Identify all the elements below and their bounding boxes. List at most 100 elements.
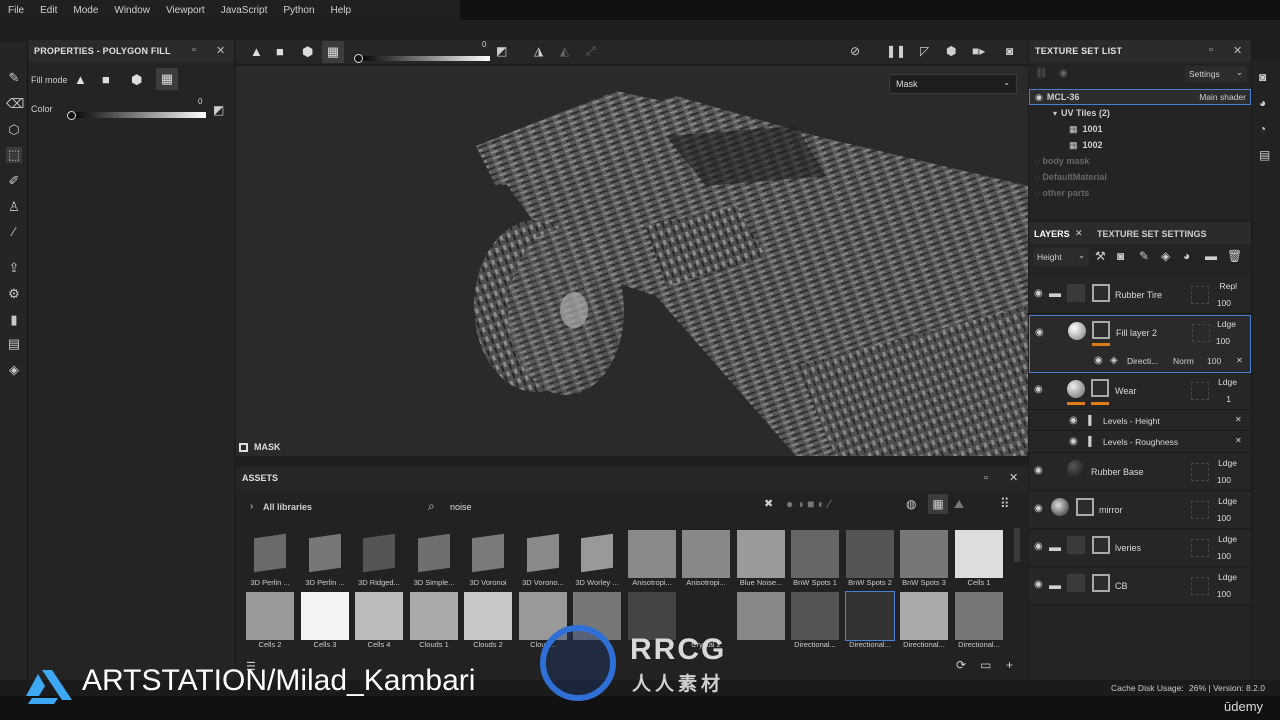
polygon-fill-icon[interactable]: ⬚ (6, 147, 22, 163)
bake-icon[interactable]: ⚙ (6, 286, 22, 302)
opacity-value[interactable]: 100 (1216, 336, 1230, 346)
shelf-icon[interactable]: ◈ (6, 362, 22, 378)
texture-set-icon[interactable]: ◙ (1259, 70, 1266, 84)
asset-thumbnail[interactable] (846, 530, 894, 578)
new-folder-icon[interactable]: ▭ (980, 658, 991, 672)
add-mask-icon[interactable]: ◙ (1117, 249, 1124, 263)
eye-icon[interactable]: ◉ (1034, 579, 1043, 590)
transform-icon[interactable]: ⤢ (586, 44, 596, 59)
asset-thumbnail[interactable] (573, 530, 621, 578)
asset-thumbnail[interactable] (791, 592, 839, 640)
asset-thumbnail[interactable] (791, 530, 839, 578)
asset-thumbnail[interactable] (628, 530, 676, 578)
library-label[interactable]: All libraries (263, 502, 312, 512)
fill-triangle-icon[interactable]: ▲ (74, 72, 87, 87)
close-icon[interactable]: ✕ (1235, 436, 1242, 445)
asset-thumbnail[interactable] (955, 530, 1003, 578)
layer-rubber-base[interactable]: ◉ Rubber Base Ldge 100 (1029, 454, 1251, 491)
asset-thumbnail[interactable] (900, 592, 948, 640)
screenshot-icon[interactable]: ◙ (1006, 44, 1013, 58)
asset-thumbnail[interactable] (410, 530, 458, 578)
mode-3d-icon[interactable]: ⬢ (946, 44, 956, 58)
link-icon[interactable]: ⛓ (1035, 68, 1048, 79)
opacity-value[interactable]: 100 (1217, 551, 1231, 561)
tab-texture-set-settings[interactable]: TEXTURE SET SETTINGS (1097, 229, 1207, 239)
close-icon[interactable]: ✕ (216, 44, 225, 57)
layer-fill-layer-2[interactable]: ◉ Fill layer 2 Ldge 100 ◉ ◈ Directi... N… (1029, 315, 1251, 373)
channel-dropdown[interactable]: Height ⌄ (1033, 248, 1089, 266)
display-icon[interactable]: ▮ (6, 312, 22, 328)
picker-icon[interactable]: ⁄ (6, 224, 22, 240)
clone-icon[interactable]: ♙ (6, 199, 22, 215)
asset-thumbnail[interactable] (246, 530, 294, 578)
eye-icon[interactable]: ◉ (1059, 68, 1068, 79)
menu-viewport[interactable]: Viewport (158, 5, 213, 16)
close-icon[interactable]: ✕ (1236, 356, 1243, 365)
close-icon[interactable]: ✕ (1233, 44, 1242, 57)
eye-icon[interactable]: ◉ (1034, 288, 1043, 299)
asset-thumbnail[interactable] (355, 530, 403, 578)
asset-thumbnail[interactable] (737, 530, 785, 578)
eye-icon[interactable]: ◉ (1069, 415, 1078, 426)
opacity-value[interactable]: 100 (1217, 513, 1231, 523)
asset-thumbnail[interactable] (301, 592, 349, 640)
layer-lveries[interactable]: ◉ ▬ lveries Ldge 100 (1029, 530, 1251, 567)
effect-levels-roughness[interactable]: ◉ ▐ Levels - Roughness ✕ (1029, 431, 1251, 453)
blend-mode[interactable]: Ldge (1218, 496, 1237, 506)
blend-mode[interactable]: Repl (1220, 281, 1237, 291)
asset-thumbnail[interactable] (246, 592, 294, 640)
menu-javascript[interactable]: JavaScript (213, 5, 276, 16)
menu-window[interactable]: Window (106, 5, 158, 16)
asset-thumbnail[interactable] (845, 591, 895, 641)
effect-opacity[interactable]: 100 (1207, 356, 1221, 366)
filter-material-icon[interactable]: ● ◑ ■ ◐ ⁄ (786, 497, 830, 511)
smudge-icon[interactable]: ✐ (6, 173, 22, 189)
settings-dropdown[interactable]: Settings ⌄ (1185, 66, 1247, 82)
color-slider-handle[interactable] (67, 111, 76, 120)
opacity-value[interactable]: 100 (1217, 589, 1231, 599)
color-picker-icon[interactable]: ◩ (213, 103, 224, 117)
paint-brush-icon[interactable]: ✎ (6, 70, 22, 86)
viewport-3d[interactable] (236, 66, 1028, 456)
menu-help[interactable]: Help (323, 5, 360, 16)
delete-icon[interactable]: 🗑 (1227, 249, 1242, 263)
asset-thumbnail[interactable] (301, 530, 349, 578)
symmetry-alt-icon[interactable]: ◭ (560, 44, 569, 58)
add-folder-icon[interactable]: ▬ (1205, 249, 1217, 263)
uv-tile-1001[interactable]: ▦ 1001 (1029, 121, 1251, 137)
uv-tiles-group[interactable]: ▾ UV Tiles (2) (1029, 105, 1251, 121)
filter-texture-icon[interactable]: ◍ (906, 497, 916, 511)
menu-mode[interactable]: Mode (65, 5, 106, 16)
hide-icon[interactable]: ⊘ (850, 44, 860, 58)
search-input[interactable]: noise (450, 502, 472, 512)
filter-environment-icon[interactable]: ⛰ (954, 497, 964, 512)
texture-set-other-parts[interactable]: ◌ other parts (1029, 185, 1251, 201)
float-icon[interactable]: ▫ (192, 44, 196, 56)
asset-thumbnail[interactable] (410, 592, 458, 640)
object-fill-icon[interactable]: ⬢ (302, 44, 313, 60)
uv-tile-1002[interactable]: ▦ 1002 (1029, 137, 1251, 153)
symmetry-icon[interactable]: ◮ (534, 44, 543, 58)
opacity-value[interactable]: 100 (1217, 298, 1231, 308)
pause-icon[interactable]: ❚❚ (886, 44, 906, 58)
tab-layers[interactable]: LAYERS (1034, 229, 1070, 239)
clear-search-icon[interactable]: ✖ (764, 497, 773, 510)
add-fill-layer-icon[interactable]: ◈ (1161, 249, 1170, 263)
eye-icon[interactable]: ◉ (1034, 541, 1043, 552)
fill-object-icon[interactable]: ⬢ (131, 72, 142, 88)
float-icon[interactable]: ▫ (1209, 44, 1213, 56)
opacity-value[interactable]: 100 (1217, 475, 1231, 485)
layer-cb[interactable]: ◉ ▬ CB Ldge 100 (1029, 568, 1251, 605)
blend-mode[interactable]: Ldge (1217, 319, 1236, 329)
color-slider[interactable] (70, 112, 206, 118)
camera-icon[interactable]: ■▸ (972, 44, 985, 58)
asset-thumbnail[interactable] (464, 530, 512, 578)
eye-icon[interactable]: ◉ (1035, 327, 1044, 338)
eye-off-icon[interactable]: ◌ (1034, 156, 1039, 166)
display-settings-icon[interactable]: ◕ (1259, 96, 1266, 110)
blend-mode[interactable]: Ldge (1218, 377, 1237, 387)
menu-python[interactable]: Python (275, 5, 322, 16)
fill-quad-icon[interactable]: ■ (102, 72, 110, 87)
close-icon[interactable]: ✕ (1075, 228, 1083, 239)
eye-icon[interactable]: ◉ (1034, 465, 1043, 476)
